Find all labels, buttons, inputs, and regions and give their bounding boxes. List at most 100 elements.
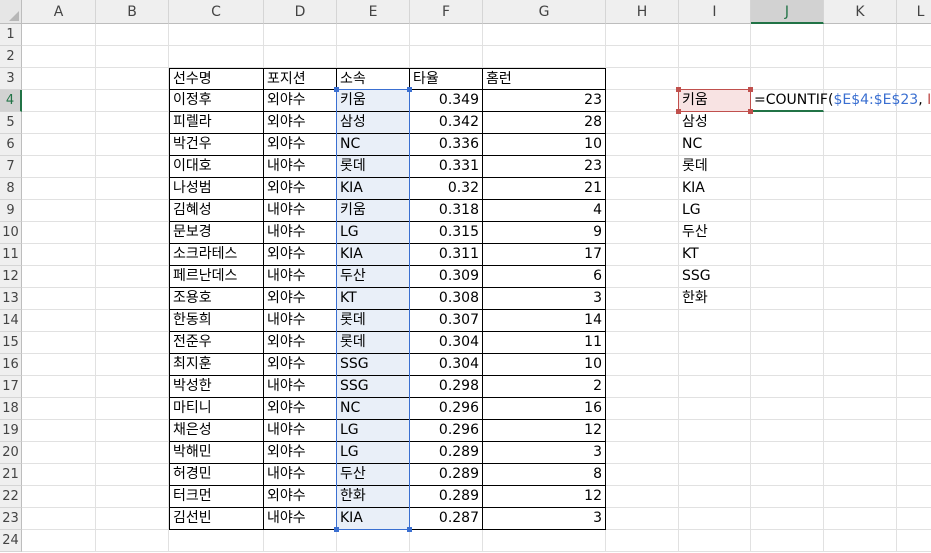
cell-d21[interactable]: 내야수 xyxy=(264,464,337,486)
cell-k16[interactable] xyxy=(824,354,897,376)
cell-b10[interactable] xyxy=(96,222,169,244)
cell-f5[interactable]: 0.342 xyxy=(410,112,483,134)
cell-f23[interactable]: 0.287 xyxy=(410,508,483,530)
cell-e24[interactable] xyxy=(337,530,410,552)
cell-f2[interactable] xyxy=(410,46,483,68)
cell-a24[interactable] xyxy=(22,530,96,552)
cell-k19[interactable] xyxy=(824,420,897,442)
cell-c12[interactable]: 페르난데스 xyxy=(169,266,264,288)
row-header-23[interactable]: 23 xyxy=(0,508,22,530)
team-cell-i4[interactable]: 키움 xyxy=(679,90,751,112)
cell-l13[interactable] xyxy=(897,288,931,310)
cell-k9[interactable] xyxy=(824,200,897,222)
cell-a16[interactable] xyxy=(22,354,96,376)
cell-i18[interactable] xyxy=(679,398,751,420)
cell-l9[interactable] xyxy=(897,200,931,222)
row-header-19[interactable]: 19 xyxy=(0,420,22,442)
row-header-9[interactable]: 9 xyxy=(0,200,22,222)
cell-b4[interactable] xyxy=(96,90,169,112)
cell-g5[interactable]: 28 xyxy=(483,112,606,134)
cell-d14[interactable]: 내야수 xyxy=(264,310,337,332)
cell-f4[interactable]: 0.349 xyxy=(410,90,483,112)
cell-l7[interactable] xyxy=(897,156,931,178)
column-header-c[interactable]: C xyxy=(169,0,264,24)
cell-k10[interactable] xyxy=(824,222,897,244)
row-header-5[interactable]: 5 xyxy=(0,112,22,134)
cell-e6[interactable]: NC xyxy=(337,134,410,156)
cell-g22[interactable]: 12 xyxy=(483,486,606,508)
cell-h16[interactable] xyxy=(606,354,679,376)
cell-a5[interactable] xyxy=(22,112,96,134)
row-header-2[interactable]: 2 xyxy=(0,46,22,68)
formula-cell-j4[interactable]: =COUNTIF($E$4:$E$23, I4) xyxy=(751,90,931,112)
cell-a19[interactable] xyxy=(22,420,96,442)
cell-e14[interactable]: 롯데 xyxy=(337,310,410,332)
cell-i15[interactable] xyxy=(679,332,751,354)
cell-j14[interactable] xyxy=(751,310,824,332)
cell-i14[interactable] xyxy=(679,310,751,332)
cell-l3[interactable] xyxy=(897,68,931,90)
cell-h21[interactable] xyxy=(606,464,679,486)
cell-h7[interactable] xyxy=(606,156,679,178)
cell-a18[interactable] xyxy=(22,398,96,420)
cell-c2[interactable] xyxy=(169,46,264,68)
cell-a7[interactable] xyxy=(22,156,96,178)
cell-f17[interactable]: 0.298 xyxy=(410,376,483,398)
cell-f1[interactable] xyxy=(410,24,483,46)
cell-a15[interactable] xyxy=(22,332,96,354)
row-header-18[interactable]: 18 xyxy=(0,398,22,420)
cell-c9[interactable]: 김혜성 xyxy=(169,200,264,222)
cell-a21[interactable] xyxy=(22,464,96,486)
cell-h19[interactable] xyxy=(606,420,679,442)
column-header-l[interactable]: L xyxy=(897,0,931,24)
cell-g1[interactable] xyxy=(483,24,606,46)
cell-g13[interactable]: 3 xyxy=(483,288,606,310)
cell-f16[interactable]: 0.304 xyxy=(410,354,483,376)
cell-k21[interactable] xyxy=(824,464,897,486)
cell-f7[interactable]: 0.331 xyxy=(410,156,483,178)
cell-b6[interactable] xyxy=(96,134,169,156)
cell-l17[interactable] xyxy=(897,376,931,398)
cell-c10[interactable]: 문보경 xyxy=(169,222,264,244)
cell-g10[interactable]: 9 xyxy=(483,222,606,244)
cell-f6[interactable]: 0.336 xyxy=(410,134,483,156)
cell-h17[interactable] xyxy=(606,376,679,398)
cell-c15[interactable]: 전준우 xyxy=(169,332,264,354)
row-header-6[interactable]: 6 xyxy=(0,134,22,156)
cell-d9[interactable]: 내야수 xyxy=(264,200,337,222)
cell-d2[interactable] xyxy=(264,46,337,68)
cell-a12[interactable] xyxy=(22,266,96,288)
cell-f21[interactable]: 0.289 xyxy=(410,464,483,486)
cell-b12[interactable] xyxy=(96,266,169,288)
cell-g17[interactable]: 2 xyxy=(483,376,606,398)
column-header-a[interactable]: A xyxy=(22,0,96,24)
cell-b19[interactable] xyxy=(96,420,169,442)
row-header-16[interactable]: 16 xyxy=(0,354,22,376)
cell-j16[interactable] xyxy=(751,354,824,376)
cell-h4[interactable] xyxy=(606,90,679,112)
cell-b24[interactable] xyxy=(96,530,169,552)
cell-e16[interactable]: SSG xyxy=(337,354,410,376)
cell-h11[interactable] xyxy=(606,244,679,266)
cell-f22[interactable]: 0.289 xyxy=(410,486,483,508)
cell-h24[interactable] xyxy=(606,530,679,552)
cell-l22[interactable] xyxy=(897,486,931,508)
cell-k20[interactable] xyxy=(824,442,897,464)
cell-c7[interactable]: 이대호 xyxy=(169,156,264,178)
cell-b21[interactable] xyxy=(96,464,169,486)
team-cell-i12[interactable]: SSG xyxy=(679,266,751,288)
cell-a6[interactable] xyxy=(22,134,96,156)
cell-h9[interactable] xyxy=(606,200,679,222)
cell-h22[interactable] xyxy=(606,486,679,508)
cell-j15[interactable] xyxy=(751,332,824,354)
table-header-e[interactable]: 소속 xyxy=(337,68,410,90)
cell-d16[interactable]: 외야수 xyxy=(264,354,337,376)
row-header-14[interactable]: 14 xyxy=(0,310,22,332)
cell-c8[interactable]: 나성범 xyxy=(169,178,264,200)
row-header-21[interactable]: 21 xyxy=(0,464,22,486)
cell-i20[interactable] xyxy=(679,442,751,464)
team-cell-i8[interactable]: KIA xyxy=(679,178,751,200)
cell-j17[interactable] xyxy=(751,376,824,398)
column-header-b[interactable]: B xyxy=(96,0,169,24)
cell-f24[interactable] xyxy=(410,530,483,552)
